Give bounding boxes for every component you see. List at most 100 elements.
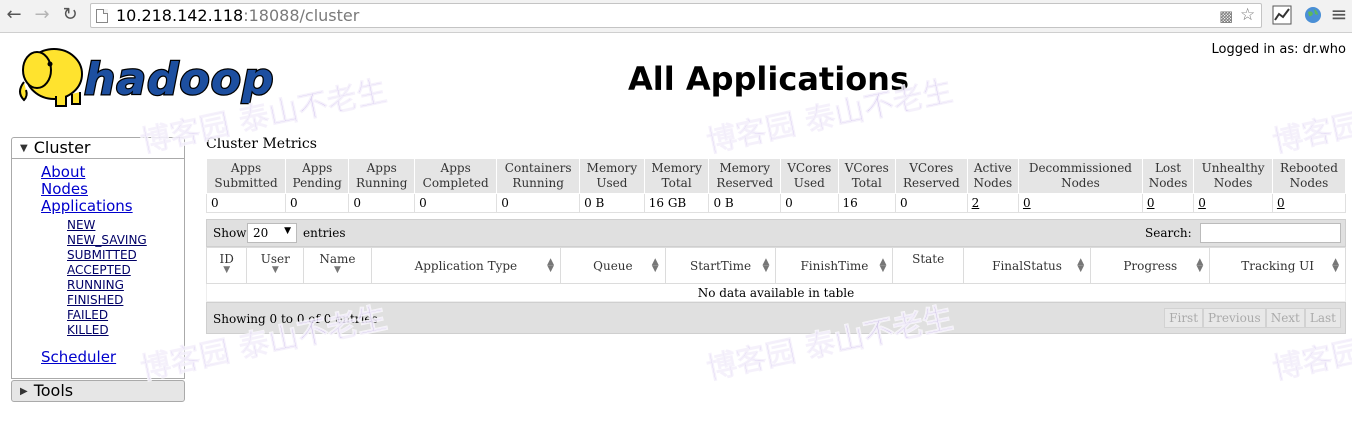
- metrics-value: 0 B: [579, 193, 645, 213]
- sidebar-state-submitted[interactable]: SUBMITTED: [67, 248, 137, 262]
- sidebar-link-about[interactable]: About: [41, 163, 85, 181]
- metrics-value: 0: [1193, 193, 1273, 213]
- sidebar-link-applications[interactable]: Applications: [41, 197, 133, 215]
- sidebar-state-new-saving[interactable]: NEW_SAVING: [67, 233, 147, 247]
- column-header[interactable]: FinishTime ▲ ▼: [775, 247, 894, 284]
- metrics-header: Memory Total: [643, 158, 710, 194]
- metrics-header: Apps Completed: [414, 158, 498, 194]
- metrics-value: 0: [348, 193, 416, 213]
- metrics-value-link[interactable]: 0: [1198, 196, 1206, 210]
- forward-icon[interactable]: →: [31, 4, 53, 26]
- sidebar-state-killed[interactable]: KILLED: [67, 323, 109, 337]
- triangle-right-icon: ▶: [20, 386, 28, 397]
- search-label: Search:: [1145, 226, 1192, 240]
- metrics-value: 0: [894, 193, 968, 213]
- metrics-header: Apps Pending: [285, 158, 350, 194]
- cluster-menu: About Nodes Applications NEW NEW_SAVING …: [11, 159, 185, 379]
- bookmark-star-icon[interactable]: ☆: [1240, 5, 1255, 25]
- metrics-header: Memory Used: [579, 158, 645, 194]
- sidebar-state-new[interactable]: NEW: [67, 218, 95, 232]
- column-header[interactable]: StartTime ▲ ▼: [664, 247, 777, 284]
- chart-extension-icon[interactable]: [1272, 5, 1292, 25]
- empty-table-message: No data available in table: [206, 283, 1346, 302]
- column-header[interactable]: Application Type ▲ ▼: [370, 247, 562, 284]
- table-info: Showing 0 to 0 of 0 entries: [213, 312, 378, 326]
- metrics-value-link[interactable]: 0: [1277, 196, 1285, 210]
- column-header[interactable]: User ▼: [246, 247, 305, 284]
- applications-table: ID ▼ User ▼ Name ▼ Application Type ▲ ▼ Queue ▲ ▼ St…: [205, 247, 1346, 302]
- sidebar-state-accepted[interactable]: ACCEPTED: [67, 263, 131, 277]
- triangle-down-icon: ▼: [20, 143, 28, 154]
- pagination-next[interactable]: Next: [1265, 308, 1305, 328]
- tools-label: Tools: [33, 381, 74, 400]
- column-header[interactable]: Queue ▲ ▼: [560, 247, 666, 284]
- sort-icon: ▼: [223, 265, 231, 275]
- metrics-value: 0 B: [708, 193, 782, 213]
- sort-icon: ▲ ▼: [762, 257, 770, 274]
- globe-extension-icon[interactable]: [1303, 5, 1323, 25]
- metrics-header: Lost Nodes: [1141, 158, 1195, 194]
- column-header[interactable]: FinalStatus ▲ ▼: [962, 247, 1092, 284]
- metrics-value: 16 GB: [643, 193, 710, 213]
- sidebar-state-failed[interactable]: FAILED: [67, 308, 108, 322]
- pagination: First Previous Next Last: [1164, 308, 1341, 328]
- metrics-value: 0: [496, 193, 581, 213]
- column-header[interactable]: Name ▼: [303, 247, 372, 284]
- column-header[interactable]: Progress ▲ ▼: [1090, 247, 1211, 284]
- pagination-previous[interactable]: Previous: [1203, 308, 1266, 328]
- page-length-select[interactable]: 20 ▼: [247, 223, 297, 243]
- dropdown-arrow-icon: ▼: [284, 226, 291, 236]
- metrics-value: 0: [205, 193, 287, 213]
- metrics-header: VCores Total: [837, 158, 896, 194]
- column-header[interactable]: Tracking UI ▲ ▼: [1209, 247, 1346, 284]
- metrics-value-link[interactable]: 0: [1023, 196, 1031, 210]
- show-label: Show: [213, 226, 247, 240]
- sidebar-link-scheduler[interactable]: Scheduler: [41, 348, 116, 366]
- metrics-value: 16: [837, 193, 896, 213]
- sidebar-state-running[interactable]: RUNNING: [67, 278, 124, 292]
- cluster-metrics-title: Cluster Metrics: [206, 136, 317, 152]
- entries-label: entries: [303, 226, 346, 240]
- column-header[interactable]: ID ▼: [205, 247, 248, 284]
- reload-icon[interactable]: ↻: [59, 4, 81, 26]
- metrics-header: Rebooted Nodes: [1271, 158, 1347, 194]
- page-title: All Applications: [628, 60, 909, 98]
- url-text: 10.218.142.118:18088/cluster: [116, 6, 360, 25]
- metrics-value: 0: [1271, 193, 1347, 213]
- sort-icon: ▲ ▼: [1332, 257, 1339, 274]
- page-length-value: 20: [253, 226, 269, 240]
- metrics-value: 0: [1141, 193, 1195, 213]
- sidebar-link-nodes[interactable]: Nodes: [41, 180, 88, 198]
- metrics-header: Active Nodes: [966, 158, 1019, 194]
- watermark: 博客园 泰山不老生: [1269, 73, 1352, 161]
- tools-toggle[interactable]: ▶ Tools: [11, 380, 185, 402]
- metrics-header: Apps Submitted: [205, 158, 287, 194]
- logged-in-text: Logged in as: dr.who: [1211, 42, 1346, 57]
- metrics-header: Decommissioned Nodes: [1017, 158, 1143, 194]
- metrics-value-link[interactable]: 2: [972, 196, 980, 210]
- translate-icon[interactable]: ▩: [1219, 7, 1233, 25]
- back-icon[interactable]: ←: [3, 4, 25, 26]
- cluster-toggle[interactable]: ▼ Cluster: [11, 137, 185, 159]
- metrics-header: Apps Running: [348, 158, 416, 194]
- browser-toolbar: ← → ↻ 10.218.142.118:18088/cluster ▩ ☆ ≡: [0, 0, 1352, 33]
- pagination-last[interactable]: Last: [1304, 308, 1341, 328]
- metrics-header: Containers Running: [496, 158, 581, 194]
- sort-icon: ▼: [334, 265, 341, 275]
- sidebar-state-finished[interactable]: FINISHED: [67, 293, 123, 307]
- metrics-value-link[interactable]: 0: [1147, 196, 1155, 210]
- metrics-value: 2: [966, 193, 1019, 213]
- page-icon: [96, 9, 108, 23]
- metrics-header: VCores Used: [780, 158, 839, 194]
- menu-icon[interactable]: ≡: [1328, 3, 1350, 25]
- metrics-value: 0: [780, 193, 839, 213]
- sort-icon: ▲ ▼: [1077, 257, 1085, 274]
- metrics-header: Memory Reserved: [708, 158, 782, 194]
- column-header[interactable]: State: [892, 247, 964, 284]
- hadoop-logo: hadoop: [19, 48, 275, 107]
- sort-icon: ▼: [271, 265, 279, 275]
- pagination-first[interactable]: First: [1164, 308, 1204, 328]
- address-bar[interactable]: 10.218.142.118:18088/cluster ▩ ☆: [90, 3, 1262, 28]
- search-input[interactable]: [1200, 223, 1341, 243]
- cluster-panel: ▼ Cluster About Nodes Applications NEW NE…: [11, 137, 185, 379]
